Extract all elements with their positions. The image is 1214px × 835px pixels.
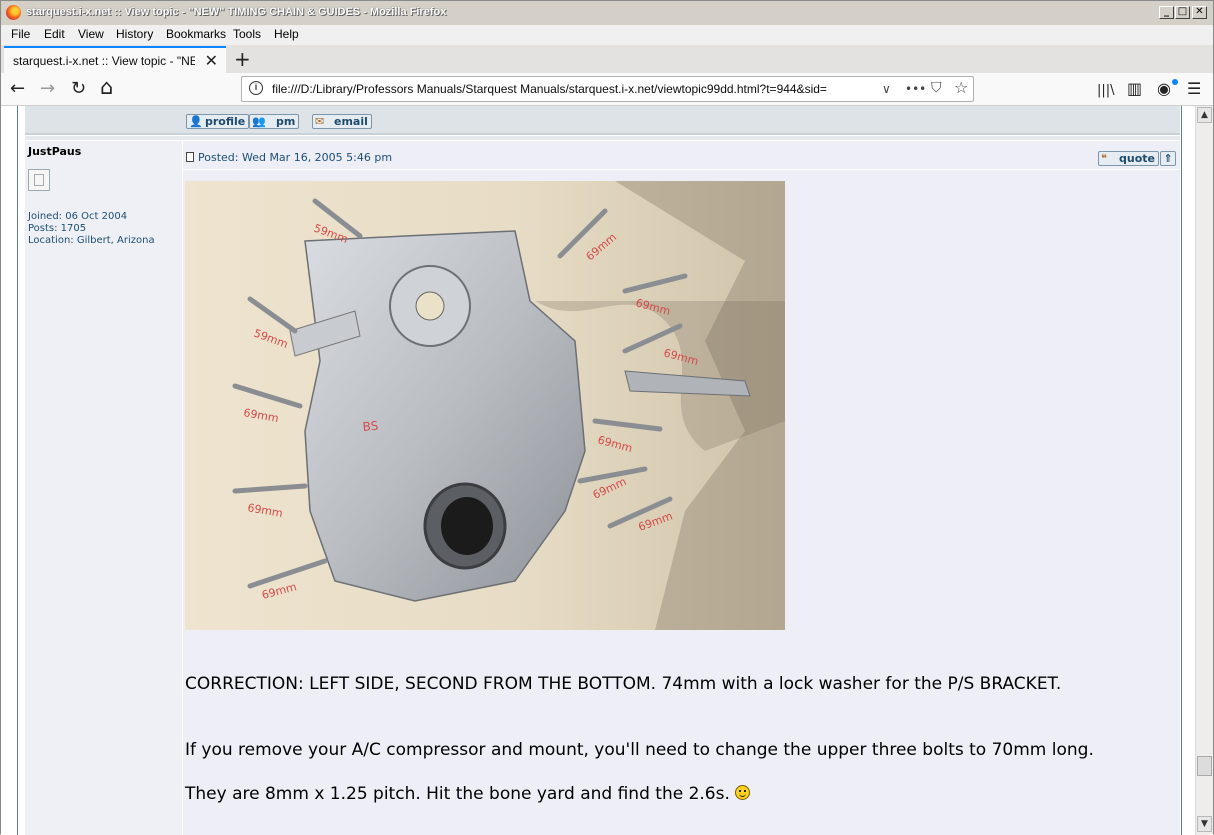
navigation-toolbar: ← → ↻ ⌂ i file:///D:/Library/Professors … [1, 73, 1213, 106]
author-location: Location: Gilbert, Arizona [28, 235, 155, 246]
pm-icon: 👥 [252, 115, 266, 128]
post-text-line-1: CORRECTION: LEFT SIDE, SECOND FROM THE B… [185, 674, 1062, 694]
menu-view[interactable]: View [78, 27, 104, 41]
avatar-icon [28, 169, 50, 191]
library-icon[interactable]: |||\ [1097, 81, 1115, 101]
account-icon[interactable]: ◉ [1157, 79, 1171, 99]
sidebar-icon[interactable]: ▥ [1127, 79, 1142, 99]
back-button[interactable]: ← [10, 79, 25, 99]
forward-button[interactable]: → [40, 79, 55, 99]
profile-icon: 👤 [189, 115, 203, 128]
page-actions-icon[interactable]: ••• [905, 82, 926, 96]
profile-button[interactable]: 👤 profile [186, 114, 250, 129]
post-text-line-2: If you remove your A/C compressor and mo… [185, 740, 1094, 760]
quote-button[interactable]: ❝ quote [1098, 151, 1159, 166]
menu-tools[interactable]: Tools [233, 27, 261, 41]
menu-history[interactable]: History [116, 27, 153, 41]
profile-label: profile [205, 115, 246, 128]
author-name: JustPaus [28, 145, 82, 158]
notification-dot-icon [1172, 79, 1178, 85]
tab-active[interactable]: starquest.i-x.net :: View topic - "NEW" … [4, 46, 226, 73]
vertical-scrollbar[interactable]: ▲ ▼ [1195, 106, 1213, 835]
post-photo-timing-cover: 59mm 69mm 69mm 69mm 59mm 69mm 69mm 69mm … [185, 181, 785, 630]
minimize-button[interactable]: _ [1159, 6, 1174, 19]
post-icon [186, 152, 194, 162]
scroll-down-button[interactable]: ▼ [1197, 816, 1212, 832]
url-text[interactable]: file:///D:/Library/Professors Manuals/St… [272, 82, 872, 96]
author-joined: Joined: 06 Oct 2004 [28, 211, 128, 222]
back-to-top-button[interactable]: ⇑ [1160, 151, 1176, 166]
page-content: 👤 profile 👥 pm ✉ email JustPaus Joined: 06 … [1, 106, 1195, 835]
envelope-icon: ✉ [315, 115, 325, 128]
pm-button[interactable]: 👥 pm [249, 114, 300, 129]
pocket-icon[interactable]: ⛉ [931, 80, 942, 96]
timing-cover-photo: 59mm 69mm 69mm 69mm 59mm 69mm 69mm 69mm … [185, 181, 785, 630]
tab-title: starquest.i-x.net :: View topic - "NEW" … [13, 54, 195, 68]
post-header-divider [183, 169, 1180, 170]
post-text-line-3: They are 8mm x 1.25 pitch. Hit the bone … [185, 784, 751, 804]
menu-bookmarks[interactable]: Bookmarks [166, 27, 226, 41]
quote-icon: ❝ [1101, 152, 1107, 165]
browser-window: starquest.i-x.net :: View topic - "NEW" … [0, 0, 1214, 835]
tab-close-icon[interactable]: ✕ [205, 51, 218, 70]
window-title: starquest.i-x.net :: View topic - "NEW" … [26, 6, 447, 18]
new-tab-button[interactable]: + [234, 47, 251, 71]
maximize-button[interactable]: □ [1175, 6, 1190, 19]
post-text-line-3-text: They are 8mm x 1.25 pitch. Hit the bone … [185, 784, 730, 804]
author-panel: JustPaus Joined: 06 Oct 2004 Posts: 1705… [25, 141, 182, 835]
quote-label: quote [1119, 152, 1155, 165]
menu-edit[interactable]: Edit [44, 27, 65, 41]
url-dropdown-icon[interactable]: ∨ [882, 82, 891, 96]
smiley-icon [735, 785, 751, 800]
menu-help[interactable]: Help [274, 27, 299, 41]
home-button[interactable]: ⌂ [100, 77, 113, 98]
forum-table: 👤 profile 👥 pm ✉ email JustPaus Joined: 06 … [17, 106, 1182, 835]
post-date-text: Posted: Wed Mar 16, 2005 5:46 pm [198, 151, 393, 164]
author-posts: Posts: 1705 [28, 223, 87, 234]
email-label: email [334, 115, 368, 128]
menu-file[interactable]: File [11, 27, 30, 41]
url-bar[interactable]: i file:///D:/Library/Professors Manuals/… [241, 76, 974, 102]
tab-strip: starquest.i-x.net :: View topic - "NEW" … [1, 45, 1213, 74]
previous-post-footer: 👤 profile 👥 pm ✉ email [25, 106, 1180, 135]
scrollbar-thumb[interactable] [1197, 756, 1212, 776]
app-menu-icon[interactable]: ☰ [1187, 79, 1201, 99]
site-info-icon[interactable]: i [249, 81, 263, 95]
email-button[interactable]: ✉ email [312, 114, 372, 129]
firefox-logo-icon [6, 5, 21, 20]
post-body: Posted: Wed Mar 16, 2005 5:46 pm ❝ quote … [183, 141, 1180, 835]
bolt-label: BS [362, 419, 379, 434]
menu-bar: File Edit View History Bookmarks Tools H… [1, 25, 1213, 45]
reload-button[interactable]: ↻ [71, 79, 86, 99]
pm-label: pm [276, 115, 296, 128]
scroll-up-button[interactable]: ▲ [1197, 107, 1212, 123]
post-separator [25, 135, 1180, 140]
close-window-button[interactable]: ✕ [1192, 6, 1207, 19]
title-bar: starquest.i-x.net :: View topic - "NEW" … [1, 1, 1213, 26]
bookmark-star-icon[interactable]: ☆ [954, 78, 968, 97]
post-date: Posted: Wed Mar 16, 2005 5:46 pm [186, 151, 392, 164]
